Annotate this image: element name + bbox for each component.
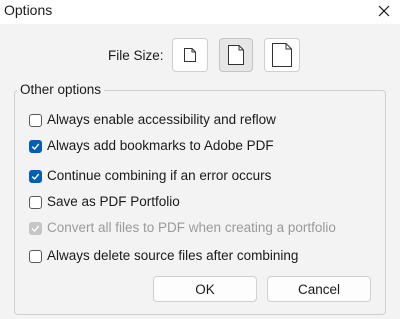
title-bar: Options	[0, 0, 400, 24]
checkbox-box	[29, 139, 42, 153]
ok-button[interactable]: OK	[153, 276, 257, 302]
always-enable-accessibility-checkbox[interactable]: Always enable accessibility and reflow	[29, 111, 276, 129]
larger-file-size-button[interactable]	[264, 38, 300, 72]
always-delete-source-files-checkbox[interactable]: Always delete source files after combini…	[29, 247, 298, 265]
close-button[interactable]	[368, 0, 400, 22]
file-size-label: File Size:	[108, 48, 164, 63]
options-dialog: Options File Size: Other options Always …	[0, 0, 400, 319]
checkmark-icon	[31, 143, 40, 150]
cancel-button[interactable]: Cancel	[267, 276, 371, 302]
continue-combining-checkbox[interactable]: Continue combining if an error occurs	[29, 167, 271, 185]
always-add-bookmarks-checkbox[interactable]: Always add bookmarks to Adobe PDF	[29, 137, 274, 155]
option-label: Always add bookmarks to Adobe PDF	[47, 138, 274, 153]
option-label: Convert all files to PDF when creating a…	[47, 220, 336, 235]
save-as-pdf-portfolio-checkbox[interactable]: Save as PDF Portfolio	[29, 193, 180, 211]
smaller-file-size-button[interactable]	[172, 38, 208, 72]
checkmark-icon	[31, 173, 40, 180]
option-label: Always enable accessibility and reflow	[47, 112, 276, 127]
other-options-legend: Other options	[17, 82, 105, 98]
convert-all-files-checkbox: Convert all files to PDF when creating a…	[29, 219, 336, 237]
close-icon	[378, 5, 390, 17]
checkbox-box	[29, 113, 42, 127]
checkbox-box	[29, 249, 42, 263]
option-label: Continue combining if an error occurs	[47, 168, 272, 183]
default-file-size-button[interactable]	[219, 38, 253, 72]
file-size-row: File Size:	[0, 38, 400, 74]
option-label: Save as PDF Portfolio	[47, 194, 180, 209]
checkbox-box	[29, 221, 42, 235]
large-page-icon	[272, 43, 292, 67]
checkbox-box	[29, 169, 42, 183]
checkbox-box	[29, 195, 42, 209]
medium-page-icon	[228, 45, 244, 65]
window-title: Options	[4, 2, 53, 18]
small-page-icon	[184, 48, 196, 62]
option-label: Always delete source files after combini…	[47, 248, 299, 263]
checkmark-icon	[31, 225, 40, 232]
